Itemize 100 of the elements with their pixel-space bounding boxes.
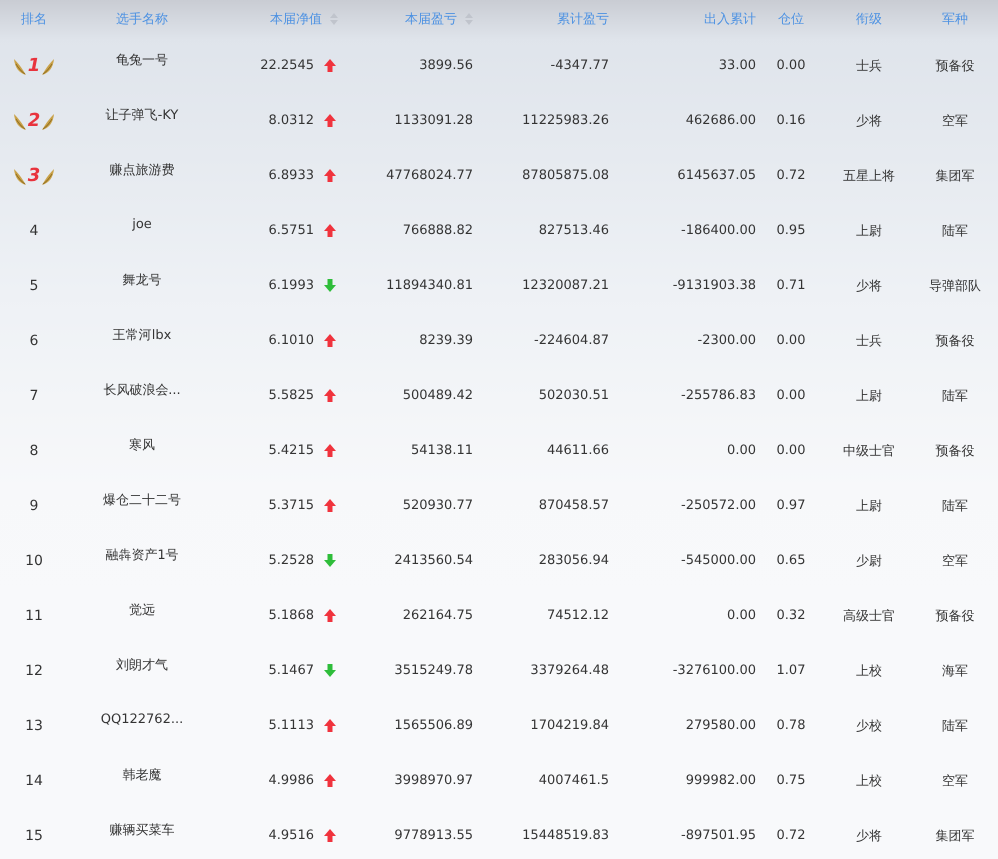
table-cell-text: 上尉: [856, 498, 882, 514]
net-value: 4.9986: [268, 773, 314, 788]
table-cell-text: 少校: [856, 718, 882, 734]
net-value: 5.1868: [268, 608, 314, 623]
table-cell: 8239.39: [419, 333, 473, 348]
player-name[interactable]: 融犇资产1号: [105, 546, 179, 564]
rank-number: 1: [28, 55, 40, 76]
player-name[interactable]: 龟兔一号: [116, 50, 168, 68]
table-cell-text: 上尉: [856, 222, 882, 240]
table-cell: 0.97: [776, 498, 806, 513]
table-cell: 279580.00: [686, 718, 756, 733]
table-cell-text: 高级士官: [843, 608, 895, 624]
rank-number: 12: [25, 662, 43, 678]
player-name[interactable]: 觉远: [129, 600, 155, 618]
net-value: 5.3715: [268, 498, 314, 513]
table-cell: -2300.00: [698, 333, 756, 348]
table-cell: -4347.77: [550, 58, 609, 73]
table-cell-text: 空军: [942, 112, 968, 130]
player-name[interactable]: 长风破浪会...: [103, 380, 181, 398]
table-cell-text: 少尉: [856, 552, 882, 570]
player-name[interactable]: 让子弹飞-KY: [106, 106, 178, 124]
net-value: 5.2528: [268, 553, 314, 568]
table-cell: 1.07: [776, 663, 806, 678]
player-name[interactable]: QQ122762...: [100, 712, 184, 727]
table-cell: -545000.00: [681, 553, 756, 568]
player-name[interactable]: 寒风: [129, 436, 155, 454]
rank-number: 11: [25, 608, 43, 624]
table-cell: 44611.66: [546, 443, 609, 458]
net-value: 8.0312: [268, 113, 314, 128]
table-cell: -897501.95: [681, 828, 756, 843]
table-cell-text: 空军: [942, 772, 968, 790]
table-cell-text: 预备役: [936, 442, 974, 460]
table-cell-text: 中级士官: [843, 442, 895, 460]
table-cell-text: 预备役: [936, 332, 974, 350]
table-cell: 47768024.77: [386, 168, 473, 183]
table-cell: 0.75: [776, 773, 806, 788]
rank-number: 7: [30, 388, 38, 404]
table-cell: 870458.57: [538, 498, 609, 513]
table-cell-text: 空军: [942, 552, 968, 570]
table-cell-text: 五星上将: [843, 168, 895, 184]
net-value: 5.1113: [268, 718, 314, 733]
sort-icon[interactable]: [330, 13, 338, 25]
rank-number: 9: [30, 498, 38, 514]
player-name[interactable]: 爆仓二十二号: [103, 490, 181, 508]
table-cell-text: 上校: [856, 772, 882, 790]
table-cell: -186400.00: [681, 223, 756, 238]
player-name[interactable]: joe: [132, 217, 152, 232]
rank-number: 14: [25, 772, 43, 788]
table-cell-text: 陆军: [942, 222, 968, 240]
table-cell: 0.16: [776, 113, 806, 128]
table-cell: 4007461.5: [538, 773, 609, 788]
table-cell: 520930.77: [402, 498, 473, 513]
table-cell-text: 陆军: [942, 718, 968, 734]
table-cell: 0.00: [776, 333, 806, 348]
net-value: 5.5825: [268, 388, 314, 403]
player-name[interactable]: 王常河lbx: [112, 326, 172, 344]
table-cell: -224604.87: [534, 333, 609, 348]
table-cell: 33.00: [718, 58, 756, 73]
table-cell: 9778913.55: [394, 828, 473, 843]
table-cell: 12320087.21: [522, 278, 609, 293]
rank-number: 10: [25, 552, 43, 568]
net-value: 4.9516: [268, 828, 314, 843]
table-cell-text: 上校: [856, 662, 882, 680]
table-cell: 0.00: [776, 58, 806, 73]
rank-number: 15: [25, 828, 43, 844]
table-cell-text: 陆军: [942, 388, 968, 404]
table-cell: 0.00: [776, 388, 806, 403]
table-cell: 262164.75: [402, 608, 473, 623]
player-name[interactable]: 舞龙号: [122, 270, 162, 288]
table-cell: 11894340.81: [386, 278, 473, 293]
table-cell: -255786.83: [681, 388, 756, 403]
table-cell: 0.65: [776, 553, 806, 568]
table-cell: 1565506.89: [394, 718, 473, 733]
table-cell: 0.00: [727, 608, 756, 623]
table-cell-text: 少将: [856, 112, 882, 130]
table-cell-text: 海军: [942, 662, 968, 680]
table-cell-text: 少将: [856, 828, 882, 844]
table-cell: -3276100.00: [672, 663, 756, 678]
table-cell: 0.72: [776, 828, 806, 843]
sort-icon[interactable]: [465, 13, 473, 25]
table-cell: 0.78: [776, 718, 806, 733]
player-name[interactable]: 刘朗才气: [116, 656, 168, 674]
table-cell: 2413560.54: [394, 553, 473, 568]
table-cell: 87805875.08: [522, 168, 609, 183]
table-cell: 462686.00: [686, 113, 756, 128]
table-cell: 54138.11: [410, 443, 473, 458]
net-value: 6.1010: [268, 333, 314, 348]
table-cell: -9131903.38: [672, 278, 756, 293]
player-name[interactable]: 赚点旅游费: [110, 160, 174, 178]
table-cell-text: 预备役: [936, 58, 974, 74]
table-cell-text: 导弹部队: [929, 278, 981, 294]
table-cell: 0.95: [776, 223, 806, 238]
player-name[interactable]: 赚辆买菜车: [110, 820, 174, 838]
table-cell: 3515249.78: [394, 663, 473, 678]
table-cell: 283056.94: [538, 553, 609, 568]
rank-number: 3: [28, 165, 40, 186]
player-name[interactable]: 韩老魔: [122, 766, 162, 784]
table-cell: 1704219.84: [530, 718, 609, 733]
table-cell: 999982.00: [686, 773, 756, 788]
net-value: 6.5751: [268, 223, 314, 238]
